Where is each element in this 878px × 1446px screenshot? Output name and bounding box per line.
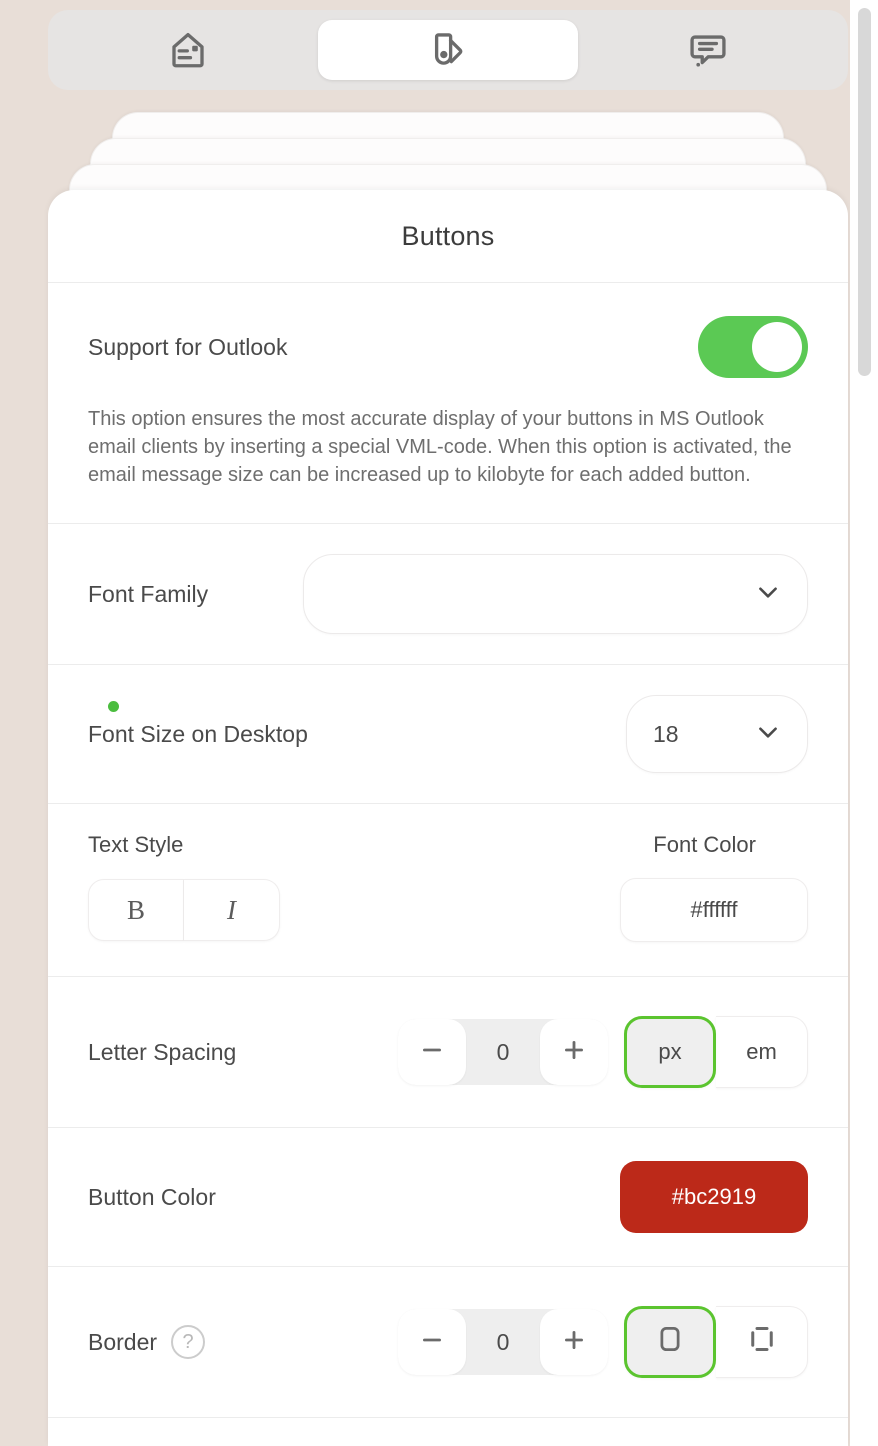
border-row: Border ? 0 [48,1267,848,1417]
button-color-row: Button Color #bc2919 [48,1128,848,1266]
bold-button[interactable]: B [88,879,184,941]
tab-bar [48,10,848,90]
border-controls: 0 [398,1306,808,1378]
tab-content[interactable] [58,20,318,80]
border-label-group: Border ? [88,1325,206,1359]
letter-spacing-label: Letter Spacing [88,1038,237,1065]
text-style-button-group: B I [88,879,280,941]
plus-icon [561,1037,587,1068]
text-style-controls: B I #ffffff [88,878,808,942]
letter-spacing-value[interactable]: 0 [466,1039,540,1066]
scrollbar-thumb[interactable] [858,8,871,376]
page-title: Buttons [401,220,495,251]
scrollbar-track[interactable] [850,0,878,1446]
font-color-label: Font Color [653,832,756,857]
outlook-toggle[interactable] [698,316,808,378]
divider [48,1417,848,1418]
font-size-select[interactable]: 18 [626,695,808,773]
outlook-header: Support for Outlook [88,313,808,381]
border-increment-button[interactable] [540,1309,608,1375]
button-color-swatch[interactable]: #bc2919 [620,1161,808,1233]
border-stepper: 0 [398,1309,608,1375]
palette-icon [427,29,469,71]
border-style-solid-button[interactable] [624,1306,716,1378]
minus-icon [419,1327,445,1358]
border-style-dashed-button[interactable] [716,1306,808,1378]
letter-spacing-unit-group: px em [624,1016,808,1088]
font-size-row: Font Size on Desktop 18 [48,665,848,803]
letter-spacing-stepper: 0 [398,1019,608,1085]
outlook-description: This option ensures the most accurate di… [88,408,792,486]
border-value[interactable]: 0 [466,1329,540,1356]
tab-comments[interactable] [578,20,838,80]
font-family-select[interactable] [302,554,808,634]
dashed-rect-icon [747,1324,777,1360]
border-label: Border [88,1328,158,1355]
letter-spacing-controls: 0 px em [398,1016,808,1088]
speech-bubble-icon [687,29,729,71]
border-decrement-button[interactable] [398,1309,466,1375]
letter-spacing-decrement-button[interactable] [398,1019,466,1085]
font-color-field[interactable]: #ffffff [620,878,808,942]
minus-icon [419,1037,445,1068]
outlook-label: Support for Outlook [88,333,288,360]
unit-px-button[interactable]: px [624,1016,716,1088]
font-family-label: Font Family [88,580,209,607]
font-size-value: 18 [653,720,679,747]
text-style-section: Text Style Font Color B I #ffffff [48,804,848,976]
tab-design[interactable] [318,20,578,80]
text-style-label: Text Style [88,832,184,857]
outlook-section: Support for Outlook This option ensures … [48,283,848,523]
rounded-rect-icon [655,1324,685,1360]
tag-card-icon [167,29,209,71]
chevron-down-icon [755,719,781,750]
font-size-label: Font Size on Desktop [88,720,308,747]
modified-indicator-dot [108,701,119,712]
settings-panel: Buttons Support for Outlook This option … [48,190,848,1446]
letter-spacing-row: Letter Spacing 0 px em [48,977,848,1127]
plus-icon [561,1327,587,1358]
button-color-label: Button Color [88,1183,216,1210]
italic-button[interactable]: I [184,879,280,941]
border-style-group [624,1306,808,1378]
help-icon[interactable]: ? [171,1325,206,1359]
unit-em-button[interactable]: em [716,1016,808,1088]
font-family-row: Font Family [48,524,848,664]
letter-spacing-increment-button[interactable] [540,1019,608,1085]
text-style-headers: Text Style Font Color [88,832,808,858]
chevron-down-icon [755,579,781,610]
toggle-knob [752,322,802,372]
